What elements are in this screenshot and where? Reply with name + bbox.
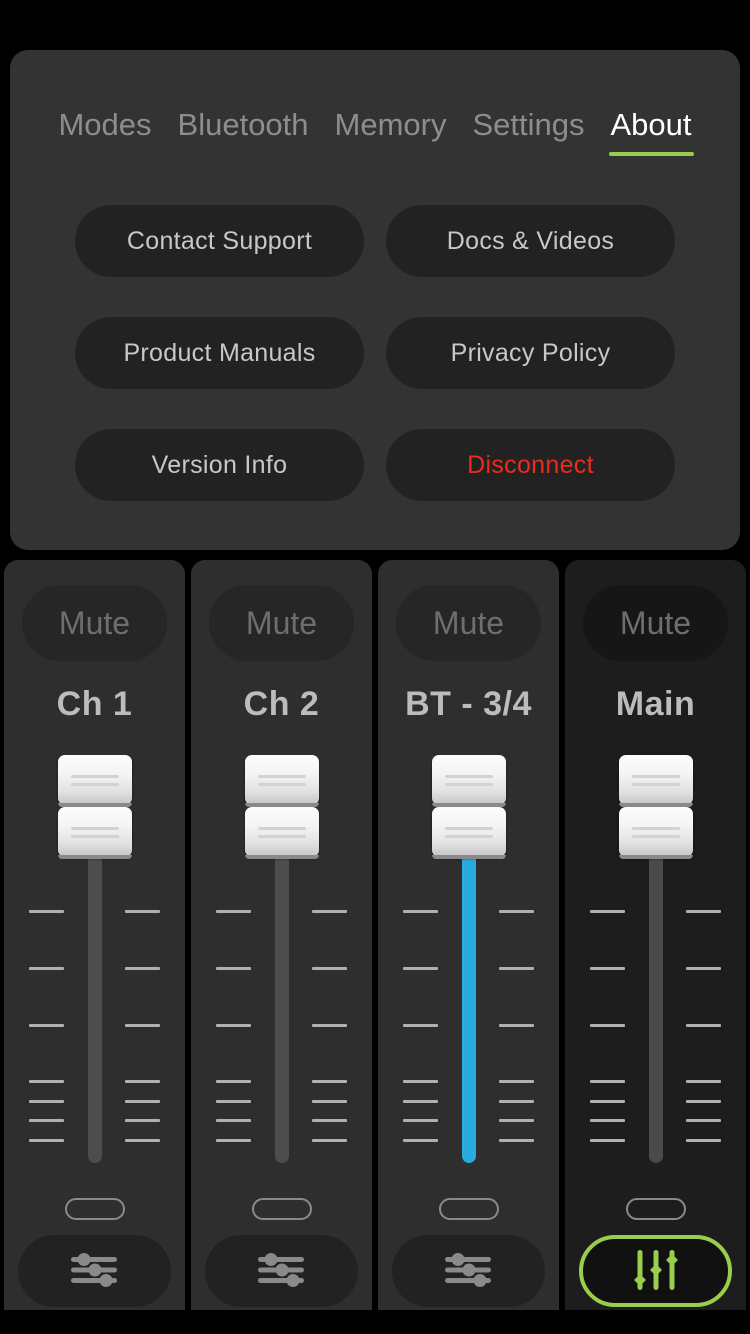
strip-footer — [191, 1310, 372, 1334]
about-panel: Modes Bluetooth Memory Settings About Co… — [10, 50, 740, 550]
fader-knob-upper[interactable] — [431, 755, 506, 807]
product-manuals-button[interactable]: Product Manuals — [75, 317, 364, 389]
tab-label: About — [610, 107, 692, 142]
channel-name-label: BT - 3/4 — [405, 685, 532, 723]
mute-button[interactable]: Mute — [209, 585, 354, 661]
tab-memory[interactable]: Memory — [322, 105, 460, 145]
app-root: Modes Bluetooth Memory Settings About Co… — [0, 0, 750, 1334]
privacy-policy-button[interactable]: Privacy Policy — [386, 317, 675, 389]
fader-main[interactable] — [565, 755, 746, 1175]
tab-label: Memory — [334, 107, 447, 142]
tab-label: Bluetooth — [177, 107, 309, 142]
eq-button[interactable] — [18, 1235, 171, 1307]
horizontal-sliders-icon — [443, 1250, 495, 1293]
fader-knob-lower[interactable] — [57, 807, 132, 859]
fader-ch2[interactable] — [191, 755, 372, 1175]
tab-label: Modes — [58, 107, 152, 142]
tab-settings[interactable]: Settings — [459, 105, 597, 145]
vertical-sliders-icon — [627, 1247, 685, 1296]
pan-indicator[interactable] — [64, 1198, 125, 1220]
pan-indicator[interactable] — [438, 1198, 499, 1220]
docs-and-videos-button[interactable]: Docs & Videos — [386, 205, 675, 277]
channel-strip-ch2[interactable]: Mute Ch 2 — [191, 560, 372, 1334]
fader-knob-upper[interactable] — [57, 755, 132, 807]
channel-strip-bt[interactable]: Mute BT - 3/4 — [378, 560, 559, 1334]
fader-bt[interactable] — [378, 755, 559, 1175]
mute-button[interactable]: Mute — [583, 585, 728, 661]
fader-knob-lower[interactable] — [431, 807, 506, 859]
horizontal-sliders-icon — [69, 1250, 121, 1293]
mixer-strips: Mute Ch 1 Mute Ch 2 Mute BT - 3/4 Mute M… — [0, 560, 750, 1334]
pan-indicator[interactable] — [251, 1198, 312, 1220]
channel-name-label: Ch 1 — [56, 685, 133, 723]
channel-name-label: Main — [615, 685, 696, 723]
strip-footer — [565, 1310, 746, 1334]
fader-knob-lower[interactable] — [618, 807, 693, 859]
strip-footer — [4, 1310, 185, 1334]
channel-name-label: Ch 2 — [243, 685, 320, 723]
eq-button[interactable] — [579, 1235, 732, 1307]
tab-bluetooth[interactable]: Bluetooth — [165, 105, 322, 145]
fader-knob-lower[interactable] — [244, 807, 319, 859]
active-tab-indicator — [608, 152, 694, 156]
fader-knob-upper[interactable] — [618, 755, 693, 807]
strip-footer — [378, 1310, 559, 1334]
tab-bar: Modes Bluetooth Memory Settings About — [10, 105, 740, 156]
tab-modes[interactable]: Modes — [45, 105, 164, 145]
fader-ch1[interactable] — [4, 755, 185, 1175]
contact-support-button[interactable]: Contact Support — [75, 205, 364, 277]
channel-strip-ch1[interactable]: Mute Ch 1 — [4, 560, 185, 1334]
version-info-button[interactable]: Version Info — [75, 429, 364, 501]
eq-button[interactable] — [205, 1235, 358, 1307]
tab-about[interactable]: About — [598, 105, 705, 156]
disconnect-button[interactable]: Disconnect — [386, 429, 675, 501]
horizontal-sliders-icon — [256, 1250, 308, 1293]
tab-label: Settings — [472, 107, 585, 142]
about-button-grid: Contact Support Docs & Videos Product Ma… — [10, 205, 740, 501]
fader-knob-upper[interactable] — [244, 755, 319, 807]
eq-button[interactable] — [392, 1235, 545, 1307]
channel-strip-main[interactable]: Mute Main — [565, 560, 746, 1334]
mute-button[interactable]: Mute — [396, 585, 541, 661]
pan-indicator[interactable] — [625, 1198, 686, 1220]
mute-button[interactable]: Mute — [22, 585, 167, 661]
